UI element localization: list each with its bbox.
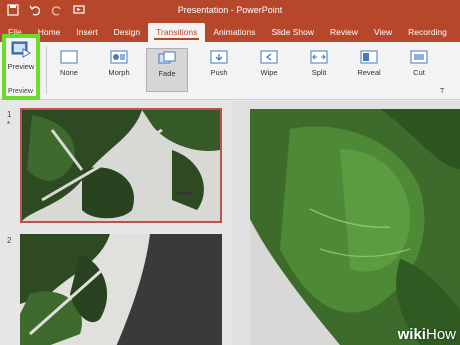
preview-group-label: Preview	[8, 88, 33, 95]
ribbon-tabs: File Home Insert Design Transitions Anim…	[0, 22, 460, 42]
morph-transition-icon	[110, 50, 128, 64]
current-slide[interactable]: wikiHow	[250, 109, 460, 345]
transition-reveal-label: Reveal	[357, 68, 381, 77]
transition-wipe-label: Wipe	[260, 68, 278, 77]
transition-morph-label: Morph	[108, 68, 130, 77]
transition-fade-label: Fade	[158, 69, 176, 78]
monstera-leaf-image	[22, 110, 220, 221]
watermark-wiki: wiki	[397, 326, 426, 343]
transition-none-button[interactable]: None	[48, 48, 90, 92]
slide-thumbnail[interactable]	[20, 108, 222, 223]
none-transition-icon	[60, 50, 78, 64]
group-divider	[46, 46, 47, 94]
slide-number: 2	[7, 236, 12, 245]
monstera-leaf-image	[20, 234, 222, 345]
transition-split-button[interactable]: Split	[298, 48, 340, 92]
transition-wipe-button[interactable]: Wipe	[248, 48, 290, 92]
tab-animations[interactable]: Animations	[205, 27, 263, 42]
preview-icon	[11, 41, 31, 58]
tab-design[interactable]: Design	[106, 27, 148, 42]
ribbon: None Morph Fade Push Wipe Split Reveal C…	[0, 42, 460, 100]
split-transition-icon	[310, 50, 328, 64]
transition-reveal-button[interactable]: Reveal	[348, 48, 390, 92]
push-transition-icon	[210, 50, 228, 64]
slide-thumbnail[interactable]	[20, 234, 222, 345]
monstera-leaf-image	[250, 109, 460, 345]
tab-transitions[interactable]: Transitions	[148, 23, 206, 42]
title-bar: Presentation - PowerPoint	[0, 0, 460, 22]
window-title: Presentation - PowerPoint	[177, 5, 283, 15]
tab-insert[interactable]: Insert	[68, 27, 105, 42]
wikihow-watermark: wikiHow	[398, 326, 456, 343]
transition-fade-button[interactable]: Fade	[146, 48, 188, 92]
slide-number: 1	[7, 110, 12, 119]
cut-transition-icon	[410, 50, 428, 64]
tab-recording[interactable]: Recording	[400, 27, 455, 42]
transition-push-button[interactable]: Push	[198, 48, 240, 92]
preview-button[interactable]: Preview	[4, 38, 38, 84]
fade-transition-icon	[158, 51, 176, 64]
preview-label: Preview	[7, 62, 35, 71]
transition-cut-button[interactable]: Cut	[398, 48, 440, 92]
slide-thumbnail-panel: 1 * 2	[0, 101, 232, 345]
reveal-transition-icon	[360, 50, 378, 64]
transition-morph-button[interactable]: Morph	[98, 48, 140, 92]
transition-marker: *	[7, 120, 11, 129]
watermark-how: How	[425, 326, 456, 343]
transition-group-label-fragment: T	[440, 88, 445, 95]
transition-split-label: Split	[311, 68, 327, 77]
slide-editor: wikiHow	[232, 101, 460, 345]
tab-slide-show[interactable]: Slide Show	[263, 27, 322, 42]
tab-review[interactable]: Review	[322, 27, 366, 42]
transition-push-label: Push	[210, 68, 228, 77]
wipe-transition-icon	[260, 50, 278, 64]
transition-cut-label: Cut	[413, 68, 425, 77]
tab-view[interactable]: View	[366, 27, 400, 42]
transition-none-label: None	[60, 68, 78, 77]
